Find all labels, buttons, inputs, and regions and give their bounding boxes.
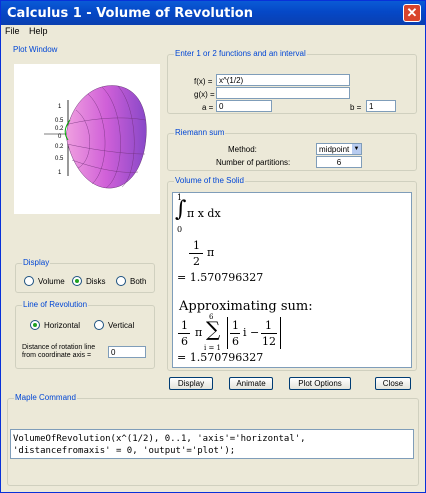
distance-input[interactable]: 0 (108, 346, 146, 358)
close-button[interactable]: Close (375, 377, 411, 390)
plot-tick: 0.5 (55, 118, 64, 124)
radio-volume-label: Volume (38, 277, 65, 286)
radio-disks-label: Disks (86, 277, 106, 286)
pi-symbol: π (195, 326, 203, 339)
radio-horizontal-label: Horizontal (44, 321, 81, 330)
distance-label-1: Distance of rotation line (22, 344, 96, 351)
plot-window-label: Plot Window (12, 45, 59, 54)
half-denominator: 2 (193, 255, 200, 268)
f-label: f(x) = (194, 77, 213, 86)
app-window: Calculus 1 - Volume of Revolution ✕ File… (0, 0, 426, 493)
line-of-revolution-group: Line of Revolution Horizontal Vertical D… (15, 300, 155, 369)
integral-sign: ∫ (175, 197, 187, 222)
radio-vertical[interactable] (94, 320, 104, 330)
functions-group-label: Enter 1 or 2 functions and an interval (174, 49, 307, 58)
plot-options-button[interactable]: Plot Options (289, 377, 351, 390)
volume-group-label: Volume of the Solid (174, 176, 245, 185)
close-icon: ✕ (406, 5, 418, 20)
g-input[interactable] (216, 87, 350, 99)
g-label: g(x) = (194, 90, 215, 99)
radio-volume[interactable] (24, 276, 34, 286)
maple-command-line: VolumeOfRevolution(x^(1/2), 0..1, 'axis'… (13, 434, 306, 444)
sum-coef-numerator: 1 (181, 319, 188, 332)
menu-help[interactable]: Help (29, 26, 48, 36)
plot-tick: 0.2 (55, 126, 64, 132)
menu-bar: File Help (1, 25, 425, 39)
abs-bar-left (227, 317, 228, 349)
b-label: b = (350, 103, 362, 112)
chevron-down-icon[interactable]: ▼ (352, 144, 361, 154)
distance-label-2: from coordinate axis = (22, 352, 92, 359)
title-bar: Calculus 1 - Volume of Revolution ✕ (1, 1, 425, 25)
partitions-label: Number of partitions: (216, 158, 291, 167)
abs-bar-right (280, 317, 281, 349)
plot-tick: 0.2 (55, 144, 64, 150)
integral-lower: 0 (177, 225, 183, 234)
sum-symbol: ∑ (206, 317, 221, 341)
integrand: π x dx (187, 207, 221, 220)
riemann-group: Riemann sum Method: midpoint ▼ Number of… (167, 128, 417, 171)
plot-canvas[interactable]: 1 0.5 0.2 0 0.2 0.5 1 (14, 64, 160, 214)
maple-command-field[interactable]: VolumeOfRevolution(x^(1/2), 0..1, 'axis'… (10, 429, 414, 459)
radio-both-label: Both (130, 277, 147, 286)
inner-denominator-2: 12 (262, 335, 276, 348)
riemann-group-label: Riemann sum (174, 128, 226, 137)
exact-result: = 1.570796327 (177, 271, 264, 284)
method-select[interactable]: midpoint ▼ (316, 143, 362, 155)
plot-window-group: Plot Window 1 0.5 0.2 0 0.2 0.5 1 (7, 45, 161, 249)
method-value: midpoint (319, 145, 350, 154)
radio-horizontal[interactable] (30, 320, 40, 330)
fraction-bar (261, 333, 277, 334)
b-input[interactable]: 1 (366, 100, 396, 112)
method-label: Method: (228, 145, 257, 154)
maple-command-label: Maple Command (14, 393, 77, 402)
partitions-input[interactable]: 6 (316, 156, 362, 168)
plot-tick: 0 (58, 134, 62, 140)
plot-svg: 1 0.5 0.2 0 0.2 0.5 1 (44, 85, 147, 189)
radio-disks[interactable] (72, 276, 82, 286)
a-label: a = (202, 103, 214, 112)
menu-file[interactable]: File (5, 26, 20, 36)
display-group-label: Display (22, 258, 51, 267)
close-window-button[interactable]: ✕ (403, 4, 421, 22)
inner-denominator-1: 6 (232, 335, 239, 348)
half-numerator: 1 (193, 239, 200, 252)
display-group: Display Volume Disks Both (15, 258, 155, 293)
inner-numerator-2: 1 (265, 319, 272, 332)
fraction-bar (230, 333, 240, 334)
volume-group: Volume of the Solid 1 ∫ 0 π x dx 1 2 π =… (167, 176, 417, 371)
approx-result: = 1.570796327 (177, 351, 264, 364)
animate-button[interactable]: Animate (229, 377, 273, 390)
maple-command-group: Maple Command VolumeOfRevolution(x^(1/2)… (7, 393, 419, 486)
line-of-revolution-label: Line of Revolution (22, 300, 89, 309)
plot-tick: 1 (58, 170, 62, 176)
inner-numerator-1: 1 (232, 319, 239, 332)
maple-command-line: 'distancefromaxis' = 0, 'output'='plot')… (13, 446, 236, 456)
fraction-bar (178, 333, 190, 334)
display-button[interactable]: Display (169, 377, 213, 390)
plot-tick: 0.5 (55, 156, 64, 162)
radio-both[interactable] (116, 276, 126, 286)
window-title: Calculus 1 - Volume of Revolution (7, 6, 253, 21)
a-input[interactable]: 0 (216, 100, 272, 112)
pi-symbol: π (207, 246, 215, 259)
radio-vertical-label: Vertical (108, 321, 135, 330)
f-input[interactable]: x^(1/2) (216, 74, 350, 86)
approx-label: Approximating sum: (179, 299, 313, 314)
volume-output: 1 ∫ 0 π x dx 1 2 π = 1.570796327 Approxi… (172, 192, 412, 368)
functions-group: Enter 1 or 2 functions and an interval f… (167, 49, 417, 114)
sum-coef-denominator: 6 (181, 335, 188, 348)
plot-tick: 1 (58, 104, 62, 110)
inner-i: i − (243, 326, 260, 339)
fraction-bar (189, 253, 203, 254)
